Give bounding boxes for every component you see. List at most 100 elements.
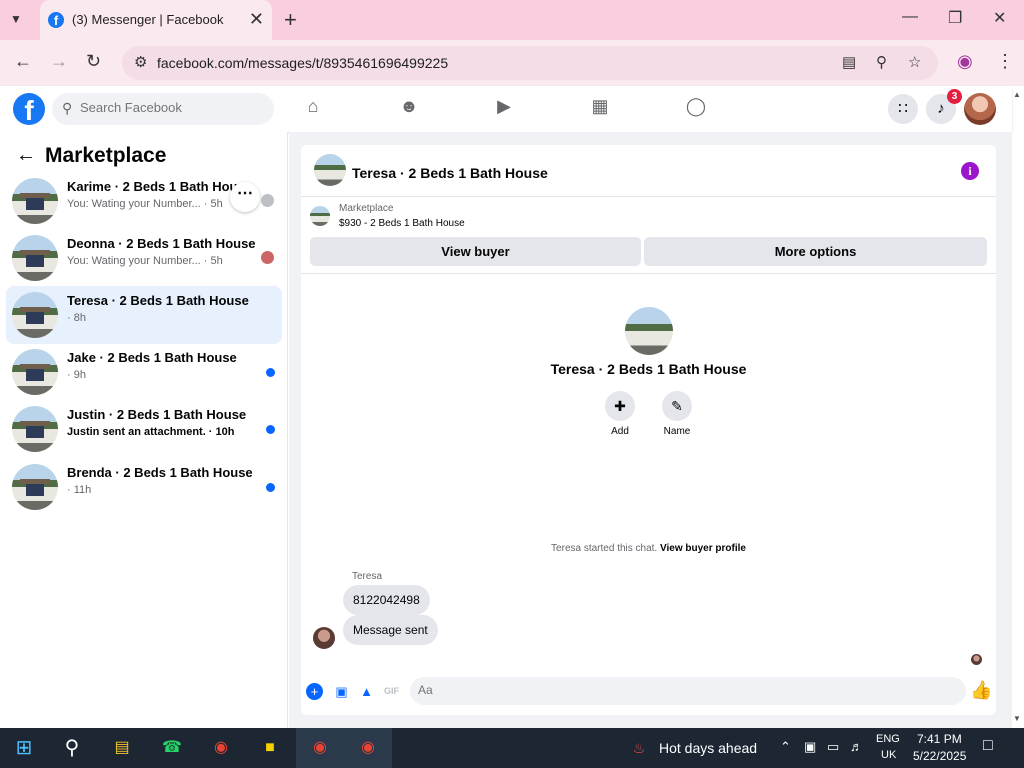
volume-icon[interactable]: ♬	[850, 739, 863, 754]
divider	[301, 273, 996, 274]
reload-button[interactable]: ↻	[86, 51, 101, 72]
read-receipt-avatar	[261, 251, 274, 264]
install-app-icon[interactable]: ▤	[842, 53, 856, 71]
back-button[interactable]: ←	[14, 51, 32, 72]
chat-title[interactable]: Teresa · 2 Beds 1 Bath House	[352, 165, 548, 181]
sticky-notes-icon[interactable]: ■	[258, 736, 282, 760]
sidebar-title: Marketplace	[45, 144, 167, 167]
chrome-profile-active-icon[interactable]: ◉	[356, 736, 380, 760]
scrollbar-down-arrow-icon[interactable]: ▼	[1013, 714, 1021, 723]
marketplace-label: Marketplace	[339, 203, 394, 214]
menu-grid-icon[interactable]: ∷	[888, 94, 918, 124]
new-tab-button[interactable]: +	[284, 7, 297, 33]
windows-taskbar: ⊞ ⚲ ▤ ☎ ◉ ■ ◉ ◉ ♨ Hot days ahead ⌃ ▣ ▭ ♬…	[0, 728, 1024, 768]
sender-avatar[interactable]	[313, 627, 335, 649]
search-icon[interactable]: ⚲	[60, 736, 84, 760]
address-bar[interactable]: ⚙ facebook.com/messages/t/89354616964992…	[122, 46, 938, 80]
unread-dot	[266, 483, 275, 492]
gaming-icon[interactable]: ◯	[682, 96, 710, 122]
gif-icon[interactable]: GIF	[383, 683, 400, 700]
tab-title: (3) Messenger | Facebook	[72, 12, 224, 27]
notifications-icon[interactable]: □	[983, 737, 993, 755]
url-text[interactable]: facebook.com/messages/t/8935461696499225	[157, 55, 448, 71]
conversation-name: Karime · 2 Beds 1 Bath House	[67, 179, 252, 194]
site-info-icon[interactable]: ⚙	[134, 53, 147, 71]
tab-search-chevron-icon[interactable]: ▼	[10, 12, 22, 26]
add-action[interactable]: ✚ Add	[600, 391, 640, 437]
seen-receipt-avatar	[971, 654, 982, 665]
chrome-icon[interactable]: ◉	[209, 736, 233, 760]
message-composer[interactable]: ☺	[410, 677, 966, 705]
info-icon[interactable]: i	[961, 162, 979, 180]
view-buyer-button[interactable]: View buyer	[310, 237, 641, 266]
video-icon[interactable]: ▶	[490, 96, 518, 122]
conversation-item[interactable]: Justin · 2 Beds 1 Bath House Justin sent…	[6, 400, 282, 458]
profile-icon[interactable]: ◉	[957, 51, 973, 72]
show-hidden-icons-icon[interactable]: ⌃	[780, 739, 791, 755]
language-indicator[interactable]: ENG	[876, 733, 900, 745]
clock-time[interactable]: 7:41 PM	[917, 732, 962, 746]
clock-date[interactable]: 5/22/2025	[913, 749, 966, 763]
notification-badge: 3	[947, 89, 962, 104]
back-arrow-icon[interactable]: ←	[16, 144, 36, 167]
conversation-item[interactable]: Karime · 2 Beds 1 Bath House You: Wating…	[6, 172, 282, 230]
tab-close-icon[interactable]: ✕	[249, 9, 264, 30]
profile-listing-thumbnail	[625, 307, 673, 355]
name-action[interactable]: ✎ Name	[657, 391, 697, 437]
facebook-header: f ⚲ ⌂ ☻ ▶ ▦ ◯ ∷ ♪ 3	[0, 86, 1012, 132]
browser-tab-strip: ▼ f (3) Messenger | Facebook ✕ + — ❐ ✕	[0, 0, 1024, 40]
browser-toolbar: ← → ↻ ⚙ facebook.com/messages/t/89354616…	[0, 40, 1024, 86]
conversation-name: Brenda · 2 Beds 1 Bath House	[67, 465, 253, 480]
facebook-search[interactable]: ⚲	[52, 93, 274, 125]
keyboard-layout-indicator[interactable]: UK	[881, 749, 896, 761]
scrollbar-up-arrow-icon[interactable]: ▲	[1013, 90, 1021, 99]
chat-window: Teresa · 2 Beds 1 Bath House i Marketpla…	[301, 145, 996, 715]
thermometer-icon[interactable]: ♨	[627, 736, 651, 760]
whatsapp-icon[interactable]: ☎	[160, 736, 184, 760]
more-options-icon[interactable]: ⋯	[230, 182, 260, 212]
windows-start-icon[interactable]: ⊞	[12, 736, 36, 760]
message-bubble[interactable]: 8122042498	[343, 585, 430, 615]
profile-name: Teresa · 2 Beds 1 Bath House	[550, 361, 747, 377]
browser-tab[interactable]: f (3) Messenger | Facebook ✕	[40, 0, 272, 40]
file-explorer-icon[interactable]: ▤	[110, 736, 134, 760]
home-icon[interactable]: ⌂	[299, 96, 327, 122]
restore-button[interactable]: ❐	[948, 8, 962, 28]
conversation-preview: · 11h	[67, 484, 92, 496]
network-icon[interactable]: ▭	[827, 739, 839, 755]
close-window-button[interactable]: ✕	[993, 8, 1006, 28]
more-options-button[interactable]: More options	[644, 237, 987, 266]
unread-dot	[266, 368, 275, 377]
minimize-button[interactable]: —	[902, 8, 918, 26]
meet-icon[interactable]: ▣	[804, 739, 816, 755]
message-bubble[interactable]: Message sent	[343, 615, 438, 645]
thumbs-up-icon[interactable]: 👍	[970, 680, 992, 701]
weather-text[interactable]: Hot days ahead	[659, 740, 757, 756]
conversation-preview: · 9h	[67, 369, 86, 381]
conversation-item[interactable]: Teresa · 2 Beds 1 Bath House · 8h	[6, 286, 282, 344]
forward-button[interactable]: →	[50, 51, 68, 72]
search-input[interactable]	[80, 100, 260, 115]
photo-icon[interactable]: ▣	[333, 683, 350, 700]
pencil-icon[interactable]: ✎	[662, 391, 692, 421]
friends-icon[interactable]: ☻	[395, 96, 423, 122]
message-input[interactable]	[418, 683, 918, 697]
sticker-icon[interactable]: ▲	[358, 683, 375, 700]
marketplace-icon[interactable]: ▦	[586, 96, 614, 122]
conversation-item[interactable]: Deonna · 2 Beds 1 Bath House You: Wating…	[6, 229, 282, 287]
account-avatar[interactable]	[964, 93, 996, 125]
chat-listing-thumbnail[interactable]	[314, 154, 346, 186]
unread-dot	[266, 425, 275, 434]
facebook-logo-icon[interactable]: f	[13, 93, 45, 126]
zoom-icon[interactable]: ⚲	[876, 53, 887, 71]
plus-icon[interactable]: +	[306, 683, 323, 700]
conversation-name: Teresa · 2 Beds 1 Bath House	[67, 293, 249, 308]
view-buyer-profile-link[interactable]: View buyer profile	[660, 543, 746, 554]
chrome-menu-icon[interactable]: ⋮	[996, 51, 1014, 72]
conversation-item[interactable]: Brenda · 2 Beds 1 Bath House · 11h	[6, 458, 282, 516]
chrome-profile-icon[interactable]: ◉	[308, 736, 332, 760]
bookmark-star-icon[interactable]: ☆	[908, 53, 921, 71]
conversation-name: Jake · 2 Beds 1 Bath House	[67, 350, 237, 365]
conversation-item[interactable]: Jake · 2 Beds 1 Bath House · 9h	[6, 343, 282, 401]
add-person-icon[interactable]: ✚	[605, 391, 635, 421]
